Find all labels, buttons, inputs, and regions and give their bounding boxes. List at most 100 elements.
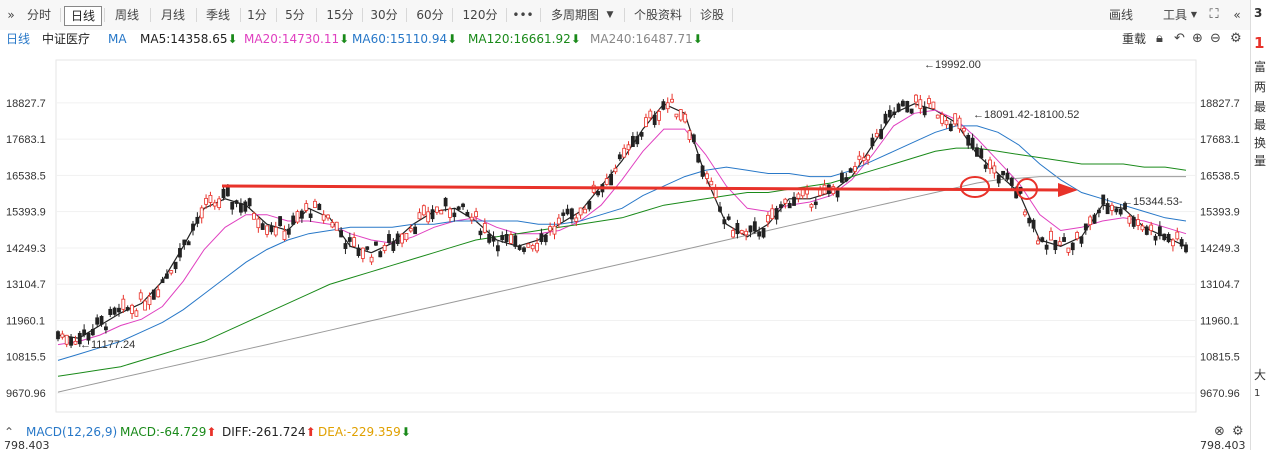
tools-chevron-icon[interactable]: ▼ <box>1189 6 1199 24</box>
more-icon[interactable]: ••• <box>512 6 534 24</box>
tab-monthly[interactable]: 月线 <box>156 6 190 24</box>
fullscreen-icon[interactable]: ⛶ <box>1206 6 1222 24</box>
candle-body <box>112 307 117 315</box>
zoom-in-icon[interactable]: ⊕ <box>1192 31 1203 46</box>
candle-body <box>1114 208 1119 213</box>
candle-body <box>1053 239 1058 251</box>
candle-body <box>944 120 949 126</box>
tab-fenshi[interactable]: 分时 <box>22 6 56 24</box>
diff-value: DIFF:-261.724⬆ <box>222 425 316 439</box>
collapse-icon[interactable]: ⌃ <box>4 424 14 440</box>
candle-body <box>430 209 435 220</box>
candle-body <box>570 208 574 220</box>
candle-body <box>1044 244 1049 250</box>
gear-icon[interactable]: ⚙ <box>1230 31 1242 46</box>
candle-body <box>435 206 439 213</box>
stock-info-button[interactable]: 个股资料 <box>630 6 686 24</box>
kline-chart[interactable]: 18827.7 17683.1 16538.5 15393.9 14249.3 13104… <box>0 48 1250 424</box>
candle-body <box>691 134 696 143</box>
collapse-left-icon[interactable]: » <box>4 6 18 24</box>
candle-body <box>774 208 779 220</box>
y-tick-label: 13104.7 <box>1200 279 1240 291</box>
diagnosis-button[interactable]: 诊股 <box>696 6 728 24</box>
candle-body <box>970 137 975 149</box>
candle-body <box>918 99 923 109</box>
candle-body <box>578 207 583 216</box>
tab-120min[interactable]: 120分 <box>460 6 500 24</box>
candle-body <box>1066 247 1071 253</box>
macd-label[interactable]: MACD(12,26,9) <box>26 424 117 440</box>
candle-body <box>796 193 801 199</box>
candle-body <box>360 247 365 259</box>
candle-body <box>914 94 918 103</box>
separator <box>362 8 363 22</box>
candle-body <box>461 203 465 208</box>
candle-body <box>130 304 134 314</box>
tab-60min[interactable]: 60分 <box>414 6 446 24</box>
lock-icon[interactable]: 🔒︎ <box>1156 31 1163 46</box>
panel-item: 大 <box>1254 368 1267 382</box>
candle-body <box>966 134 971 146</box>
tab-5min[interactable]: 5分 <box>282 6 308 24</box>
tab-weekly[interactable]: 周线 <box>110 6 144 24</box>
candle-body <box>347 237 352 242</box>
candle-body <box>299 210 304 219</box>
panel-item: 两 <box>1254 80 1267 94</box>
tab-daily[interactable]: 日线 <box>64 6 102 26</box>
close-icon[interactable]: ⊗ <box>1214 424 1225 439</box>
candle-body <box>326 214 330 219</box>
candle-body <box>408 228 413 232</box>
candle-body <box>848 168 853 173</box>
settings-icon[interactable]: ⚙ <box>1232 424 1244 439</box>
candle-body <box>308 213 313 218</box>
candle-body <box>104 326 108 331</box>
dea-value: DEA:-229.359⬇ <box>318 425 411 439</box>
candle-body <box>204 197 208 205</box>
candle-body <box>1105 203 1110 215</box>
candle-body <box>1009 177 1014 186</box>
ma5-value: MA5:14358.65⬇ <box>140 32 238 46</box>
candle-body <box>870 137 875 147</box>
zoom-out-icon[interactable]: ⊖ <box>1210 31 1221 46</box>
right-info-panel: 3 1 富 两 最 最 换 量 大 1 <box>1250 0 1267 450</box>
tab-quarterly[interactable]: 季线 <box>201 6 235 24</box>
candle-body <box>565 208 570 215</box>
candle-body <box>713 189 718 198</box>
candle-body <box>199 207 204 219</box>
candle-body <box>665 102 670 110</box>
candle-body <box>866 154 870 161</box>
candle-body <box>835 190 840 198</box>
collapse-right-icon[interactable]: « <box>1230 6 1244 24</box>
tab-30min[interactable]: 30分 <box>368 6 400 24</box>
chevron-down-icon[interactable]: ▼ <box>604 6 616 24</box>
y-tick-label: 11960.1 <box>6 315 45 327</box>
candle-body <box>191 223 195 231</box>
ma-label[interactable]: MA <box>108 31 127 47</box>
candle-body <box>474 211 479 218</box>
rehab-button[interactable]: 重载 <box>1122 31 1146 47</box>
candle-body <box>927 98 931 105</box>
candle-body <box>1022 211 1027 216</box>
candle-body <box>317 203 322 211</box>
candle-body <box>635 136 640 145</box>
y-tick-label: 10815.5 <box>1200 352 1240 364</box>
candle-body <box>282 230 287 240</box>
candle-body <box>953 113 958 125</box>
candle-body <box>1157 226 1162 237</box>
y-tick-label: 18827.7 <box>6 98 46 110</box>
candle-body <box>234 200 239 204</box>
multi-period-button[interactable]: 多周期图 <box>546 6 604 24</box>
tab-1min[interactable]: 1分 <box>244 6 270 24</box>
candle-body <box>700 165 705 177</box>
draw-line-button[interactable]: 画线 <box>1106 6 1136 24</box>
candle-body <box>596 190 600 196</box>
candle-body <box>809 204 814 208</box>
tools-button[interactable]: 工具 <box>1160 6 1190 24</box>
candle-body <box>426 211 431 223</box>
tab-15min[interactable]: 15分 <box>324 6 356 24</box>
candle-body <box>887 109 892 118</box>
candle-body <box>1144 226 1149 235</box>
undo-icon[interactable]: ↶ <box>1174 31 1185 46</box>
candle-body <box>1149 224 1154 231</box>
candle-body <box>147 295 152 306</box>
